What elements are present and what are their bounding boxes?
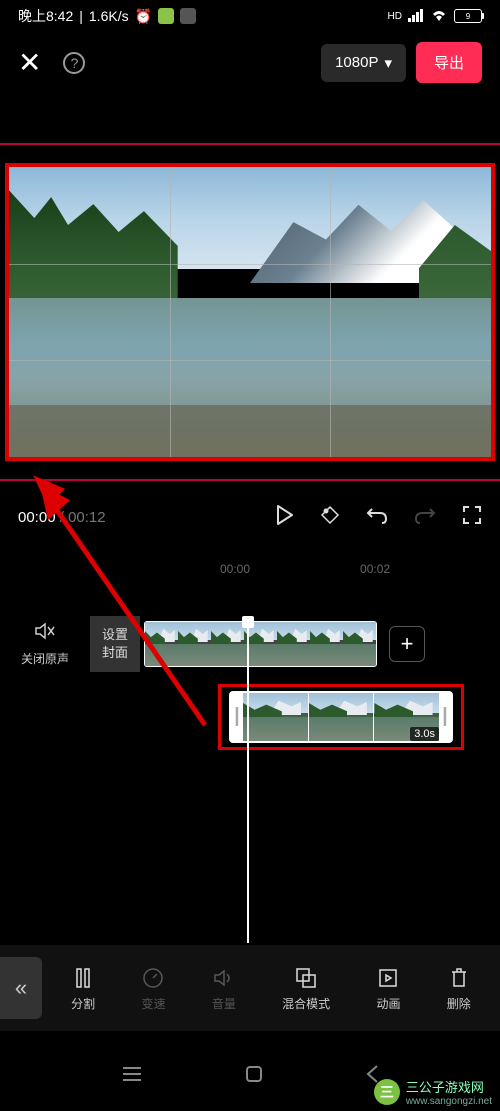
selected-clip[interactable]: ┃ 3.0s ┃	[229, 691, 453, 743]
add-clip-button[interactable]: +	[389, 626, 425, 662]
fullscreen-button[interactable]	[462, 505, 482, 530]
resolution-button[interactable]: 1080P ▾	[321, 44, 406, 82]
export-button[interactable]: 导出	[416, 42, 482, 83]
speed-tool: 变速	[141, 965, 165, 1012]
status-app-icon	[158, 8, 174, 24]
clip-duration-badge: 3.0s	[410, 727, 439, 741]
clip-handle-left[interactable]: ┃	[231, 693, 243, 741]
keyframe-button[interactable]	[320, 505, 340, 530]
wifi-icon	[430, 8, 448, 25]
set-cover-button[interactable]: 设置 封面	[90, 616, 140, 672]
watermark-text: 三公子游戏网	[406, 1077, 492, 1096]
mute-original-button[interactable]: 关闭原声	[0, 621, 90, 667]
split-icon	[71, 965, 95, 991]
volume-icon	[212, 965, 236, 991]
help-button[interactable]: ?	[63, 52, 85, 74]
time-display: 00:00 / 00:12	[18, 509, 106, 526]
nav-home-button[interactable]	[244, 1064, 264, 1089]
preview-zone	[0, 143, 500, 481]
speaker-off-icon	[0, 621, 90, 646]
playhead[interactable]	[247, 618, 249, 943]
app-header: ✕ ? 1080P ▾ 导出	[0, 32, 500, 93]
trash-icon	[447, 965, 471, 991]
ruler-mark: 00:00	[220, 562, 250, 576]
tool-bar: « 分割 变速 音量 混合模式 动画 删除	[0, 945, 500, 1031]
resolution-label: 1080P	[335, 54, 378, 71]
player-controls: 00:00 / 00:12	[0, 491, 500, 544]
redo-button[interactable]	[414, 505, 436, 530]
video-preview[interactable]	[9, 167, 491, 457]
current-time: 00:00	[18, 509, 56, 526]
alarm-icon: ⏰	[135, 8, 152, 25]
watermark-url: www.sangongzi.net	[406, 1096, 492, 1107]
chevron-down-icon: ▾	[384, 54, 392, 72]
status-app-icon-2	[180, 8, 196, 24]
blend-tool[interactable]: 混合模式	[282, 965, 330, 1012]
watermark-logo-icon: 三	[374, 1079, 400, 1105]
nav-menu-button[interactable]	[121, 1066, 143, 1087]
play-button[interactable]	[276, 505, 294, 530]
status-time: 晚上8:42	[18, 6, 73, 26]
time-ruler: 00:00 00:02	[0, 562, 500, 576]
status-netspeed: 1.6K/s	[89, 8, 129, 24]
total-duration: 00:12	[68, 509, 106, 526]
speed-icon	[141, 965, 165, 991]
ruler-mark: 00:02	[360, 562, 390, 576]
status-bar: 晚上8:42 | 1.6K/s ⏰ HD 9	[0, 0, 500, 32]
animation-icon	[376, 965, 400, 991]
close-button[interactable]: ✕	[18, 46, 41, 79]
undo-button[interactable]	[366, 505, 388, 530]
signal-icon	[408, 8, 424, 25]
animation-tool[interactable]: 动画	[376, 965, 400, 1012]
annotation-box-clip: ┃ 3.0s ┃	[218, 684, 464, 750]
mute-label: 关闭原声	[0, 650, 90, 667]
split-tool[interactable]: 分割	[71, 965, 95, 1012]
battery-icon: 9	[454, 9, 482, 23]
annotation-box-preview	[5, 163, 495, 461]
blend-icon	[282, 965, 330, 991]
hd-indicator: HD	[388, 11, 402, 22]
timeline[interactable]: 00:00 00:02 关闭原声 设置 封面 + ┃	[0, 544, 500, 750]
volume-tool: 音量	[212, 965, 236, 1012]
clip-handle-right[interactable]: ┃	[439, 693, 451, 741]
watermark: 三 三公子游戏网 www.sangongzi.net	[366, 1073, 500, 1111]
collapse-tools-button[interactable]: «	[0, 957, 42, 1019]
delete-tool[interactable]: 删除	[447, 965, 471, 1012]
track-thumbnails[interactable]	[144, 621, 377, 667]
